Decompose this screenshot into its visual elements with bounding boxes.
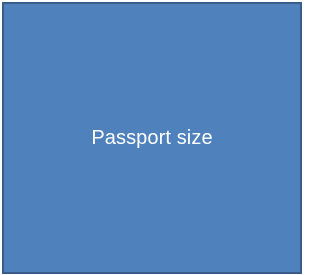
placeholder-label: Passport size <box>91 126 213 149</box>
passport-photo-placeholder: Passport size <box>2 2 302 274</box>
